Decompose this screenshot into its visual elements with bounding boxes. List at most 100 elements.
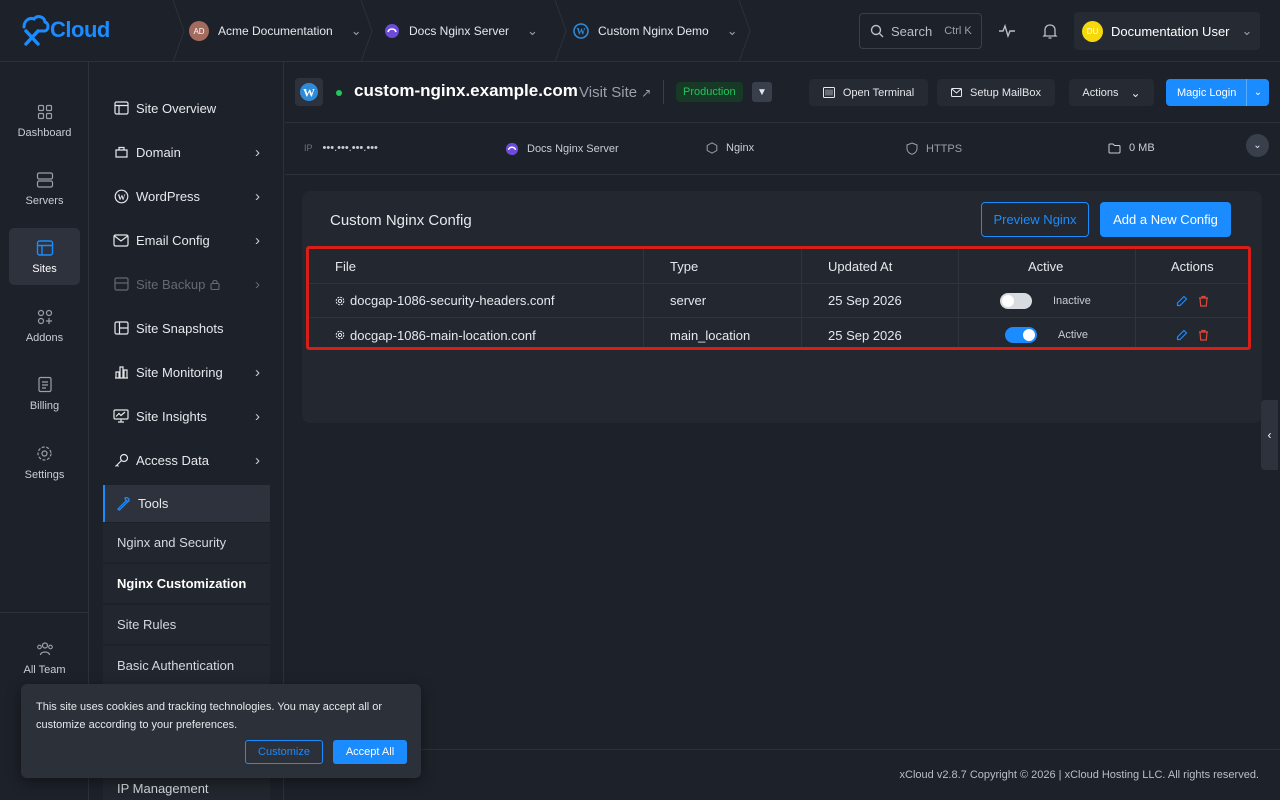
cookie-banner: This site uses cookies and tracking tech…: [21, 684, 421, 778]
actions-label: Actions: [1082, 86, 1119, 99]
nav-label: Site Insights: [136, 408, 207, 424]
rail-label: Addons: [25, 331, 64, 344]
chevron-left-icon: ‹: [1267, 428, 1272, 442]
online-status-dot: [336, 90, 342, 96]
nginx-icon: [706, 142, 718, 154]
rail-item-billing[interactable]: Billing: [9, 365, 80, 422]
setup-mailbox-button[interactable]: Setup MailBox: [937, 79, 1055, 106]
main-content: W custom-nginx.example.com Visit Site ↗ …: [285, 62, 1280, 800]
preview-nginx-button[interactable]: Preview Nginx: [981, 202, 1089, 237]
https-label: HTTPS: [926, 142, 963, 155]
setup-mailbox-label: Setup MailBox: [970, 86, 1041, 99]
status-label: Inactive: [1053, 294, 1091, 307]
add-config-button[interactable]: Add a New Config: [1100, 202, 1231, 237]
nav-domain[interactable]: Domain ›: [103, 134, 270, 170]
wordpress-icon: W: [295, 78, 323, 106]
chevron-down-icon: ⌄: [1130, 85, 1141, 100]
bar-chart-icon: [113, 364, 129, 380]
divider: [663, 80, 664, 104]
file-name: docgap-1086-main-location.conf: [350, 327, 536, 343]
activity-icon[interactable]: [997, 21, 1017, 41]
backup-icon: [113, 276, 129, 292]
user-menu[interactable]: DU Documentation User ⌄: [1074, 12, 1260, 50]
chevron-down-icon: ⌄: [726, 23, 738, 38]
nav-site-overview[interactable]: Site Overview: [103, 90, 270, 126]
top-bar: Cloud AD Acme Documentation ⌄ Docs Nginx…: [0, 0, 1280, 62]
search-button[interactable]: Search Ctrl K: [859, 13, 982, 49]
nav-tools[interactable]: Tools: [103, 485, 270, 522]
edit-pencil-icon[interactable]: [1176, 329, 1188, 341]
breadcrumb-team[interactable]: AD Acme Documentation ⌄: [189, 0, 362, 62]
chevron-down-icon[interactable]: ⌄: [1246, 79, 1269, 106]
addons-icon: [36, 308, 54, 326]
edit-pencil-icon[interactable]: [1176, 295, 1188, 307]
active-toggle[interactable]: [1005, 327, 1037, 343]
team-avatar: AD: [189, 21, 209, 41]
environment-dropdown[interactable]: ▼: [752, 82, 772, 102]
notification-bell-icon[interactable]: [1040, 21, 1060, 41]
nav-email-config[interactable]: Email Config ›: [103, 222, 270, 258]
breadcrumb-divider: [554, 0, 567, 62]
rail-divider: [0, 612, 89, 613]
nav-label: Site Backup: [136, 276, 206, 292]
nav-label: Site Snapshots: [136, 320, 224, 336]
trash-icon[interactable]: [1198, 295, 1209, 307]
breadcrumb-site[interactable]: W Custom Nginx Demo ⌄: [573, 0, 738, 62]
xcloud-logo[interactable]: Cloud: [20, 12, 110, 48]
key-icon: [113, 452, 129, 468]
rail-item-servers[interactable]: Servers: [9, 160, 80, 217]
domain-icon: [113, 144, 129, 160]
column-header-file: File: [335, 258, 356, 274]
nav-wordpress[interactable]: W WordPress ›: [103, 178, 270, 214]
nav-access-data[interactable]: Access Data ›: [103, 442, 270, 478]
nav-nginx-customization[interactable]: Nginx Customization: [103, 564, 270, 603]
active-cell: Inactive: [1000, 284, 1091, 317]
config-table: File Type Updated At Active Actions docg…: [306, 246, 1251, 350]
server-name: Docs Nginx Server: [527, 143, 619, 155]
active-toggle[interactable]: [1000, 292, 1032, 309]
chevron-right-icon: ›: [255, 407, 260, 425]
nav-label: Site Monitoring: [136, 364, 223, 380]
search-label: Search: [891, 23, 933, 39]
visit-site-link[interactable]: Visit Site ↗: [579, 84, 651, 101]
trash-icon[interactable]: [1198, 329, 1209, 341]
ip-value: •••.•••.•••.•••: [322, 142, 378, 154]
nav-site-snapshots[interactable]: Site Snapshots: [103, 310, 270, 346]
open-terminal-label: Open Terminal: [842, 86, 915, 99]
expand-info-button[interactable]: ⌄: [1246, 134, 1269, 157]
rail-item-sites[interactable]: Sites: [9, 228, 80, 285]
file-cell: docgap-1086-security-headers.conf: [335, 284, 555, 317]
chevron-right-icon: ›: [255, 363, 260, 381]
chevron-right-icon: ›: [255, 451, 260, 469]
chevron-down-icon: ▼: [757, 86, 767, 98]
rail-item-addons[interactable]: Addons: [9, 297, 80, 354]
magic-login-button[interactable]: Magic Login ⌄: [1166, 79, 1269, 106]
rail-label: Sites: [32, 262, 57, 275]
nav-nginx-security[interactable]: Nginx and Security: [103, 523, 270, 562]
storage-size: 0 MB: [1129, 142, 1155, 154]
open-terminal-button[interactable]: Open Terminal: [809, 79, 928, 106]
breadcrumb-server[interactable]: Docs Nginx Server ⌄: [384, 0, 538, 62]
rail-item-settings[interactable]: Settings: [9, 434, 80, 491]
shield-icon: [906, 142, 918, 155]
rail-item-dashboard[interactable]: Dashboard: [9, 92, 80, 149]
column-header-active: Active: [1028, 258, 1064, 274]
collapse-panel-button[interactable]: ‹: [1261, 400, 1278, 470]
nav-site-insights[interactable]: Site Insights ›: [103, 398, 270, 434]
nav-site-rules[interactable]: Site Rules: [103, 605, 270, 644]
environment-badge: Production: [676, 82, 743, 102]
breadcrumb-server-label: Docs Nginx Server: [409, 24, 510, 38]
chevron-right-icon: ›: [255, 231, 260, 249]
nav-site-monitoring[interactable]: Site Monitoring ›: [103, 354, 270, 390]
sites-icon: [36, 239, 54, 257]
copyright-text: xCloud v2.8.7 Copyright © 2026 | xCloud …: [899, 769, 1259, 781]
accept-all-cookies-button[interactable]: Accept All: [333, 740, 407, 764]
breadcrumb-divider: [360, 0, 373, 62]
footer: xCloud v2.8.7 Copyright © 2026 | xCloud …: [285, 749, 1280, 800]
server-info[interactable]: Docs Nginx Server: [505, 142, 619, 156]
rail-item-all-team[interactable]: All Team: [9, 629, 80, 686]
type-cell: main_location: [670, 327, 751, 343]
customize-cookies-button[interactable]: Customize: [245, 740, 323, 764]
actions-dropdown[interactable]: Actions ⌄: [1069, 79, 1154, 106]
nav-basic-authentication[interactable]: Basic Authentication: [103, 646, 270, 685]
